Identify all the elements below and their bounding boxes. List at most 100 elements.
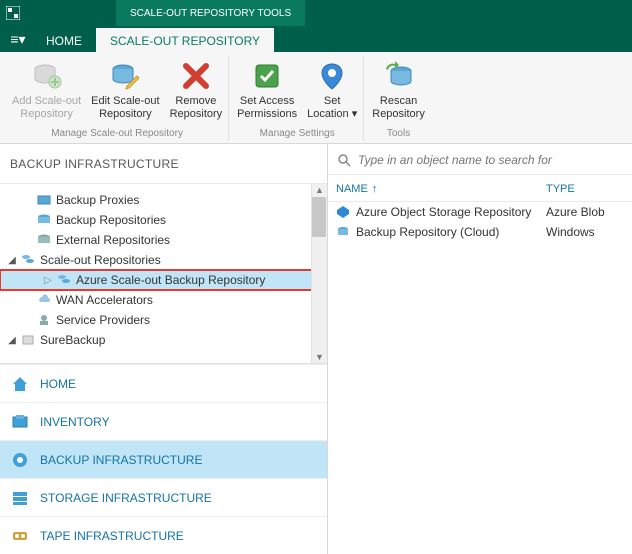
remove-x-icon xyxy=(179,59,213,93)
search-input[interactable] xyxy=(358,153,624,167)
ribbon-btn-line: Repository xyxy=(99,108,152,121)
tree-item-wan-accelerators[interactable]: WAN Accelerators xyxy=(0,290,327,310)
tree-item-surebackup[interactable]: ◢ SureBackup xyxy=(0,330,327,350)
cell-type: Azure Blob xyxy=(546,205,624,219)
expander-open-icon[interactable]: ◢ xyxy=(6,255,18,266)
nav-backup-infrastructure[interactable]: BACKUP INFRASTRUCTURE xyxy=(0,440,327,478)
nav-label: INVENTORY xyxy=(40,415,110,429)
ribbon-btn-line: Set Access xyxy=(240,95,294,108)
nav-label: STORAGE INFRASTRUCTURE xyxy=(40,491,212,505)
expander-closed-icon[interactable]: ▷ xyxy=(42,275,54,286)
scroll-thumb[interactable] xyxy=(312,197,326,237)
nav-label: BACKUP INFRASTRUCTURE xyxy=(40,453,202,467)
tree-item-external-repositories[interactable]: External Repositories xyxy=(0,230,327,250)
ribbon-group-manage-settings: Set Access Permissions Set Location ▾ Ma… xyxy=(231,56,364,141)
tree-label: Backup Repositories xyxy=(56,213,166,227)
body: BACKUP INFRASTRUCTURE Backup Proxies Bac… xyxy=(0,144,632,554)
external-repo-icon xyxy=(36,232,52,248)
scaleout-repo-icon xyxy=(20,252,36,268)
inventory-icon xyxy=(10,412,30,432)
edit-scaleout-repository-button[interactable]: Edit Scale-out Repository xyxy=(87,56,163,126)
azure-blob-icon xyxy=(336,205,350,219)
context-tab-label: SCALE-OUT REPOSITORY TOOLS xyxy=(116,0,305,26)
permissions-icon xyxy=(250,59,284,93)
nav-tape-infrastructure[interactable]: TAPE INFRASTRUCTURE xyxy=(0,516,327,554)
tape-icon xyxy=(10,526,30,546)
ribbon-btn-line: Rescan xyxy=(380,95,417,108)
nav-tree: Backup Proxies Backup Repositories Exter… xyxy=(0,184,327,363)
nav-storage-infrastructure[interactable]: STORAGE INFRASTRUCTURE xyxy=(0,478,327,516)
search-bar xyxy=(328,144,632,175)
nav-home[interactable]: HOME xyxy=(0,364,327,402)
search-icon xyxy=(336,152,352,168)
ribbon-group-manage-repo: Add Scale-out Repository Edit Scale-out … xyxy=(6,56,229,141)
ribbon-btn-line: Set xyxy=(324,95,341,108)
grid-header: NAME ↑ TYPE xyxy=(328,175,632,202)
tree-item-service-providers[interactable]: Service Providers xyxy=(0,310,327,330)
tree-label: External Repositories xyxy=(56,233,170,247)
table-row[interactable]: Azure Object Storage Repository Azure Bl… xyxy=(328,202,632,222)
cloud-icon xyxy=(36,292,52,308)
tree-label: Backup Proxies xyxy=(56,193,139,207)
ribbon: Add Scale-out Repository Edit Scale-out … xyxy=(0,52,632,144)
set-access-permissions-button[interactable]: Set Access Permissions xyxy=(233,56,301,126)
left-pane-header: BACKUP INFRASTRUCTURE xyxy=(0,144,327,184)
cell-type: Windows xyxy=(546,225,624,239)
ribbon-group-label: Manage Settings xyxy=(233,126,361,141)
tree-label: WAN Accelerators xyxy=(56,293,153,307)
location-pin-icon xyxy=(315,59,349,93)
tab-scaleout-repository[interactable]: SCALE-OUT REPOSITORY xyxy=(96,28,274,52)
cell-name: Azure Object Storage Repository xyxy=(356,205,531,219)
proxy-icon xyxy=(36,192,52,208)
column-header-type[interactable]: TYPE xyxy=(546,183,624,195)
cell-name: Backup Repository (Cloud) xyxy=(356,225,499,239)
nav-label: HOME xyxy=(40,377,76,391)
home-icon xyxy=(10,374,30,394)
ribbon-btn-line: Repository xyxy=(372,108,425,121)
table-row[interactable]: Backup Repository (Cloud) Windows xyxy=(328,222,632,242)
storage-icon xyxy=(10,488,30,508)
ribbon-btn-line: Location ▾ xyxy=(307,108,357,121)
menu-button[interactable]: ≡▾ xyxy=(4,26,32,52)
column-label: NAME xyxy=(336,183,368,195)
right-pane: NAME ↑ TYPE Azure Object Storage Reposit… xyxy=(328,144,632,554)
surebackup-icon xyxy=(20,332,36,348)
infra-icon xyxy=(10,450,30,470)
scaleout-repo-icon xyxy=(56,272,72,288)
ribbon-tab-strip: ≡▾ HOME SCALE-OUT REPOSITORY xyxy=(0,26,632,52)
sort-asc-icon: ↑ xyxy=(372,183,378,195)
tree-item-backup-repositories[interactable]: Backup Repositories xyxy=(0,210,327,230)
provider-icon xyxy=(36,312,52,328)
tree-label: Service Providers xyxy=(56,313,150,327)
tree-label: Azure Scale-out Backup Repository xyxy=(76,273,265,287)
ribbon-group-label: Tools xyxy=(368,126,429,141)
tree-label: Scale-out Repositories xyxy=(40,253,161,267)
app-icon xyxy=(0,0,26,26)
scroll-down-icon[interactable]: ▼ xyxy=(315,352,324,362)
scroll-up-icon[interactable]: ▲ xyxy=(315,185,324,195)
set-location-button[interactable]: Set Location ▾ xyxy=(303,56,361,126)
ribbon-group-tools: Rescan Repository Tools xyxy=(366,56,431,141)
ribbon-btn-line: Edit Scale-out xyxy=(91,95,159,108)
column-header-name[interactable]: NAME ↑ xyxy=(336,183,546,195)
rescan-repository-button[interactable]: Rescan Repository xyxy=(368,56,429,126)
windows-repo-icon xyxy=(336,225,350,239)
title-bar: SCALE-OUT REPOSITORY TOOLS xyxy=(0,0,632,26)
tree-item-backup-proxies[interactable]: Backup Proxies xyxy=(0,190,327,210)
ribbon-btn-line: Repository xyxy=(20,108,73,121)
ribbon-btn-line: Repository xyxy=(170,108,223,121)
nav-label: TAPE INFRASTRUCTURE xyxy=(40,529,184,543)
expander-open-icon[interactable]: ◢ xyxy=(6,335,18,346)
remove-repository-button[interactable]: Remove Repository xyxy=(166,56,227,126)
add-scaleout-repository-button[interactable]: Add Scale-out Repository xyxy=(8,56,85,126)
ribbon-group-label: Manage Scale-out Repository xyxy=(8,126,226,141)
tree-label: SureBackup xyxy=(40,333,105,347)
tab-home[interactable]: HOME xyxy=(32,28,96,52)
tree-item-scaleout-repositories[interactable]: ◢ Scale-out Repositories xyxy=(0,250,327,270)
ribbon-btn-line: Add Scale-out xyxy=(12,95,81,108)
left-pane: BACKUP INFRASTRUCTURE Backup Proxies Bac… xyxy=(0,144,328,554)
database-refresh-icon xyxy=(382,59,416,93)
tree-scrollbar[interactable]: ▲ ▼ xyxy=(311,184,327,363)
nav-inventory[interactable]: INVENTORY xyxy=(0,402,327,440)
tree-item-azure-scaleout-repo[interactable]: ▷ Azure Scale-out Backup Repository xyxy=(0,270,327,290)
